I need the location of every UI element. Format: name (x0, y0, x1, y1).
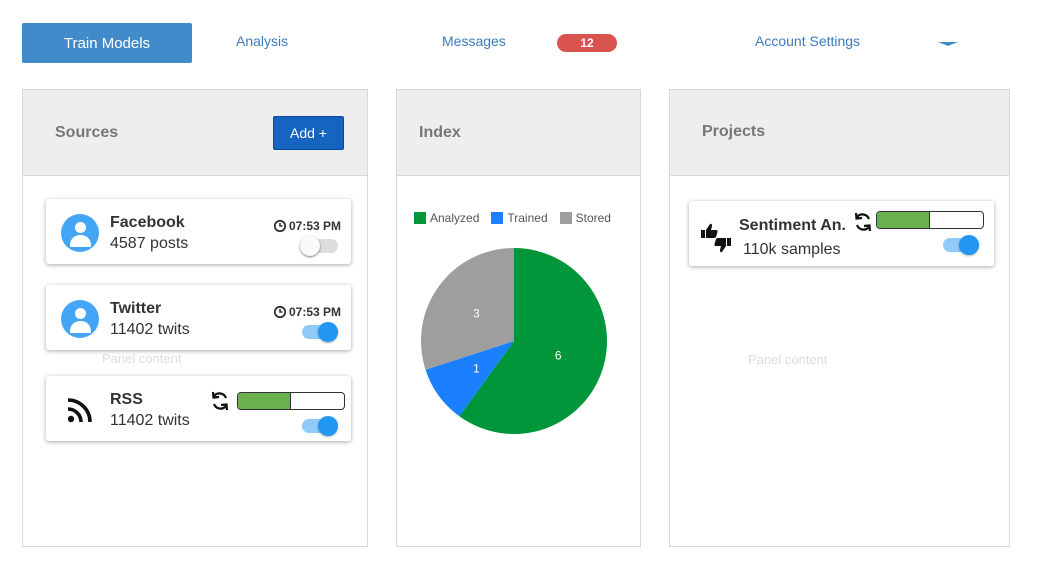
pie-slice-label: 6 (555, 348, 562, 362)
source-time: 07:53 PM (273, 305, 341, 319)
user-avatar-icon (61, 300, 99, 338)
legend-swatch (414, 212, 426, 224)
legend-item: Analyzed (414, 211, 479, 225)
chevron-down-icon[interactable] (938, 42, 958, 46)
projects-panel: Projects Sentiment An. 110k samples Pane… (669, 89, 1010, 547)
source-detail: 11402 twits (110, 321, 190, 338)
source-card-rss[interactable]: RSS 11402 twits (46, 376, 351, 441)
project-name: Sentiment An. (739, 217, 846, 234)
source-name: Twitter (110, 300, 162, 317)
legend-item: Stored (559, 211, 611, 225)
legend-swatch (559, 212, 572, 224)
legend-label: Analyzed (430, 211, 480, 225)
source-toggle[interactable] (300, 236, 338, 256)
index-title: Index (419, 124, 461, 141)
source-detail: 4587 posts (110, 235, 189, 252)
progress-fill (877, 212, 930, 228)
clock-icon (273, 219, 287, 233)
source-toggle[interactable] (302, 322, 338, 342)
source-name: Facebook (110, 214, 185, 231)
legend-label: Trained (507, 211, 548, 225)
source-time: 07:53 PM (273, 219, 341, 233)
source-progress-bar (237, 392, 345, 410)
source-time-text: 07:53 PM (289, 219, 342, 233)
progress-fill (238, 393, 291, 409)
source-card-facebook[interactable]: Facebook 4587 posts 07:53 PM (46, 199, 351, 264)
source-card-twitter[interactable]: Twitter 11402 twits 07:53 PM (46, 285, 351, 350)
messages-count-badge: 12 (557, 34, 617, 52)
sources-panel: Sources Add + Facebook 4587 posts 07:53 … (22, 89, 368, 547)
thumbs-up-down-icon (701, 223, 731, 253)
user-avatar-icon (61, 214, 99, 252)
rss-icon (67, 398, 92, 423)
projects-panel-header: Projects (670, 90, 1009, 176)
chart-legend: Analyzed Trained Stored (414, 211, 611, 225)
project-card-sentiment[interactable]: Sentiment An. 110k samples (689, 201, 994, 266)
sync-icon[interactable] (853, 211, 873, 233)
legend-label: Stored (575, 211, 611, 225)
index-pie-chart: 6 1 3 (421, 248, 607, 434)
nav-train-models[interactable]: Train Models (22, 23, 192, 63)
add-source-button[interactable]: Add + (273, 116, 344, 150)
projects-title: Projects (702, 123, 766, 140)
legend-swatch (491, 212, 504, 224)
pie-slice-label: 3 (473, 307, 480, 321)
project-progress-bar (876, 211, 984, 229)
source-name: RSS (110, 391, 143, 408)
project-detail: 110k samples (743, 241, 841, 258)
legend-item: Trained (491, 211, 548, 225)
project-toggle[interactable] (943, 235, 979, 255)
nav-account-settings[interactable]: Account Settings (755, 33, 860, 49)
clock-icon (273, 305, 287, 319)
index-panel-header: Index (397, 90, 640, 176)
sources-panel-header: Sources Add + (23, 90, 367, 176)
pie-slice-label: 1 (473, 361, 480, 375)
nav-analysis[interactable]: Analysis (236, 33, 288, 49)
source-detail: 11402 twits (110, 412, 190, 429)
nav-messages[interactable]: Messages (442, 33, 506, 49)
sync-icon[interactable] (210, 390, 230, 412)
sources-title: Sources (55, 124, 119, 141)
panel-placeholder-text: Panel content (748, 352, 828, 367)
panel-placeholder-text: Panel content (102, 351, 182, 366)
source-time-text: 07:53 PM (289, 305, 342, 319)
source-toggle[interactable] (302, 416, 338, 436)
